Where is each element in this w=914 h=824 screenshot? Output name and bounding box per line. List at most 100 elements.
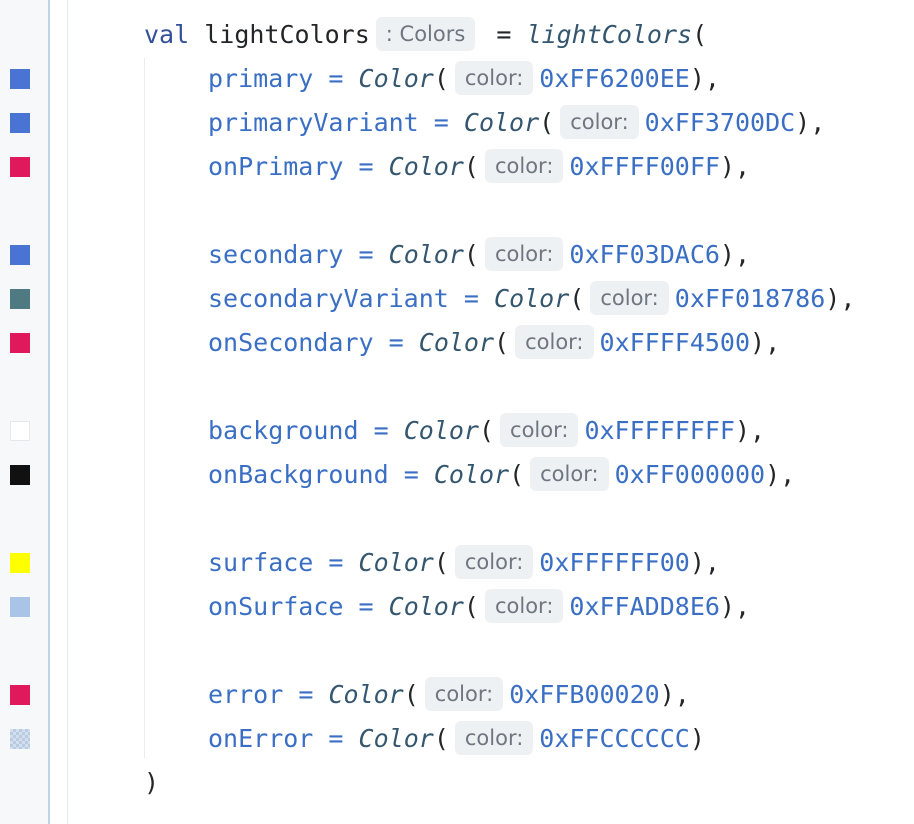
param-inlay-hint: color: <box>515 325 594 359</box>
color-function[interactable]: Color <box>359 64 434 93</box>
property-name[interactable]: background <box>208 416 359 445</box>
color-function[interactable]: Color <box>328 680 403 709</box>
color-function[interactable]: Color <box>389 592 464 621</box>
property-name[interactable]: onSecondary <box>208 328 374 357</box>
color-swatch-icon[interactable] <box>10 465 30 485</box>
trailing-punctuation: ), <box>825 284 856 313</box>
hex-value[interactable]: 0xFFADD8E6 <box>569 592 720 621</box>
color-function[interactable]: Color <box>419 328 494 357</box>
property-name[interactable]: onSurface <box>208 592 343 621</box>
color-swatch-icon[interactable] <box>10 113 30 133</box>
open-paren: ( <box>569 284 585 313</box>
code-line-11[interactable]: onError = Color(color: 0xFFCCCCCC) <box>0 717 705 761</box>
param-inlay-hint: color: <box>500 413 579 447</box>
code-line-declaration[interactable]: val lightColors: Colors = lightColors( <box>0 13 707 57</box>
hex-value[interactable]: 0xFFFFFFFF <box>584 416 735 445</box>
param-inlay-hint: color: <box>484 237 564 271</box>
open-paren: ( <box>478 416 495 445</box>
property-name[interactable]: surface <box>208 548 313 577</box>
color-function[interactable]: Color <box>359 548 434 577</box>
hex-value[interactable]: 0xFFB00020 <box>509 680 660 709</box>
color-swatch-icon[interactable] <box>10 245 30 265</box>
param-inlay-hint: color: <box>454 721 534 755</box>
code-line-3[interactable]: secondary = Color(color: 0xFF03DAC6), <box>0 233 750 277</box>
close-paren: ) <box>144 768 160 797</box>
code-line-closing[interactable]: ) <box>0 761 159 805</box>
property-name[interactable]: secondary <box>208 240 343 269</box>
code-line-9[interactable]: onSurface = Color(color: 0xFFADD8E6), <box>0 585 750 629</box>
assign-operator: = <box>463 284 479 313</box>
assign-operator: = <box>298 680 314 709</box>
hex-value[interactable]: 0xFF03DAC6 <box>569 240 720 269</box>
variable-name[interactable]: lightColors <box>204 20 370 49</box>
keyword-val: val <box>144 20 190 49</box>
assign-operator: = <box>433 108 449 137</box>
hex-value[interactable]: 0xFFFFFF00 <box>539 548 690 577</box>
open-paren: ( <box>539 108 555 137</box>
assign-operator: = <box>388 328 404 357</box>
open-paren: ( <box>433 724 449 753</box>
assign-operator: = <box>328 724 344 753</box>
property-name[interactable]: primaryVariant <box>208 108 419 137</box>
param-inlay-hint: color: <box>484 589 564 623</box>
property-name[interactable]: onBackground <box>208 460 389 489</box>
trailing-punctuation: ), <box>689 64 720 93</box>
property-name[interactable]: onError <box>208 724 313 753</box>
assign-operator: = <box>358 592 374 621</box>
color-swatch-icon[interactable] <box>10 333 30 353</box>
param-inlay-hint: color: <box>560 105 639 139</box>
color-swatch-icon[interactable] <box>10 685 30 705</box>
color-swatch-icon[interactable] <box>10 289 30 309</box>
property-name[interactable]: error <box>208 680 283 709</box>
color-function[interactable]: Color <box>434 460 509 489</box>
hex-value[interactable]: 0xFFCCCCCC <box>539 724 690 753</box>
hex-value[interactable]: 0xFFFF00FF <box>569 152 720 181</box>
function-call-name[interactable]: lightColors <box>527 20 693 49</box>
property-name[interactable]: secondaryVariant <box>208 284 449 313</box>
assign-operator: = <box>358 152 374 181</box>
param-inlay-hint: color: <box>484 149 564 183</box>
code-line-2[interactable]: onPrimary = Color(color: 0xFFFF00FF), <box>0 145 750 189</box>
trailing-punctuation: ), <box>795 108 826 137</box>
color-function[interactable]: Color <box>494 284 569 313</box>
code-line-6[interactable]: background = Color(color: 0xFFFFFFFF), <box>0 409 765 453</box>
code-line-8[interactable]: surface = Color(color: 0xFFFFFF00), <box>0 541 720 585</box>
hex-value[interactable]: 0xFFFF4500 <box>600 328 751 357</box>
color-function[interactable]: Color <box>389 240 464 269</box>
param-inlay-hint: color: <box>590 281 669 315</box>
code-line-4[interactable]: secondaryVariant = Color(color: 0xFF01878… <box>0 277 855 321</box>
trailing-punctuation: ), <box>719 152 751 181</box>
code-line-1[interactable]: primaryVariant = Color(color: 0xFF3700DC)… <box>0 101 825 145</box>
open-paren: ( <box>463 592 479 621</box>
color-swatch-icon[interactable] <box>10 421 30 441</box>
param-inlay-hint: color: <box>530 457 609 491</box>
code-line-10[interactable]: error = Color(color: 0xFFB00020), <box>0 673 690 717</box>
color-swatch-icon[interactable] <box>10 597 30 617</box>
trailing-punctuation: ), <box>734 416 766 445</box>
property-name[interactable]: primary <box>208 64 313 93</box>
type-inlay-hint: : Colors <box>375 17 476 51</box>
trailing-punctuation: ), <box>689 548 720 577</box>
color-function[interactable]: Color <box>464 108 539 137</box>
trailing-punctuation: ), <box>719 592 751 621</box>
code-line-7[interactable]: onBackground = Color(color: 0xFF000000), <box>0 453 795 497</box>
code-line-0[interactable]: primary = Color(color: 0xFF6200EE), <box>0 57 720 101</box>
hex-value[interactable]: 0xFF000000 <box>615 460 766 489</box>
code-line-5[interactable]: onSecondary = Color(color: 0xFFFF4500), <box>0 321 780 365</box>
param-inlay-hint: color: <box>424 677 504 711</box>
color-function[interactable]: Color <box>359 724 434 753</box>
color-swatch-icon[interactable] <box>10 69 30 89</box>
color-swatch-icon[interactable] <box>10 729 30 749</box>
hex-value[interactable]: 0xFF6200EE <box>539 64 690 93</box>
hex-value[interactable]: 0xFF018786 <box>675 284 826 313</box>
trailing-punctuation: ), <box>765 460 796 489</box>
color-swatch-icon[interactable] <box>10 553 30 573</box>
property-name[interactable]: onPrimary <box>208 152 343 181</box>
color-swatch-icon[interactable] <box>10 157 30 177</box>
open-paren: ( <box>463 152 479 181</box>
color-function[interactable]: Color <box>404 416 479 445</box>
equals-sign: = <box>496 20 512 49</box>
color-function[interactable]: Color <box>389 152 464 181</box>
hex-value[interactable]: 0xFF3700DC <box>645 108 796 137</box>
open-paren: ( <box>403 680 419 709</box>
